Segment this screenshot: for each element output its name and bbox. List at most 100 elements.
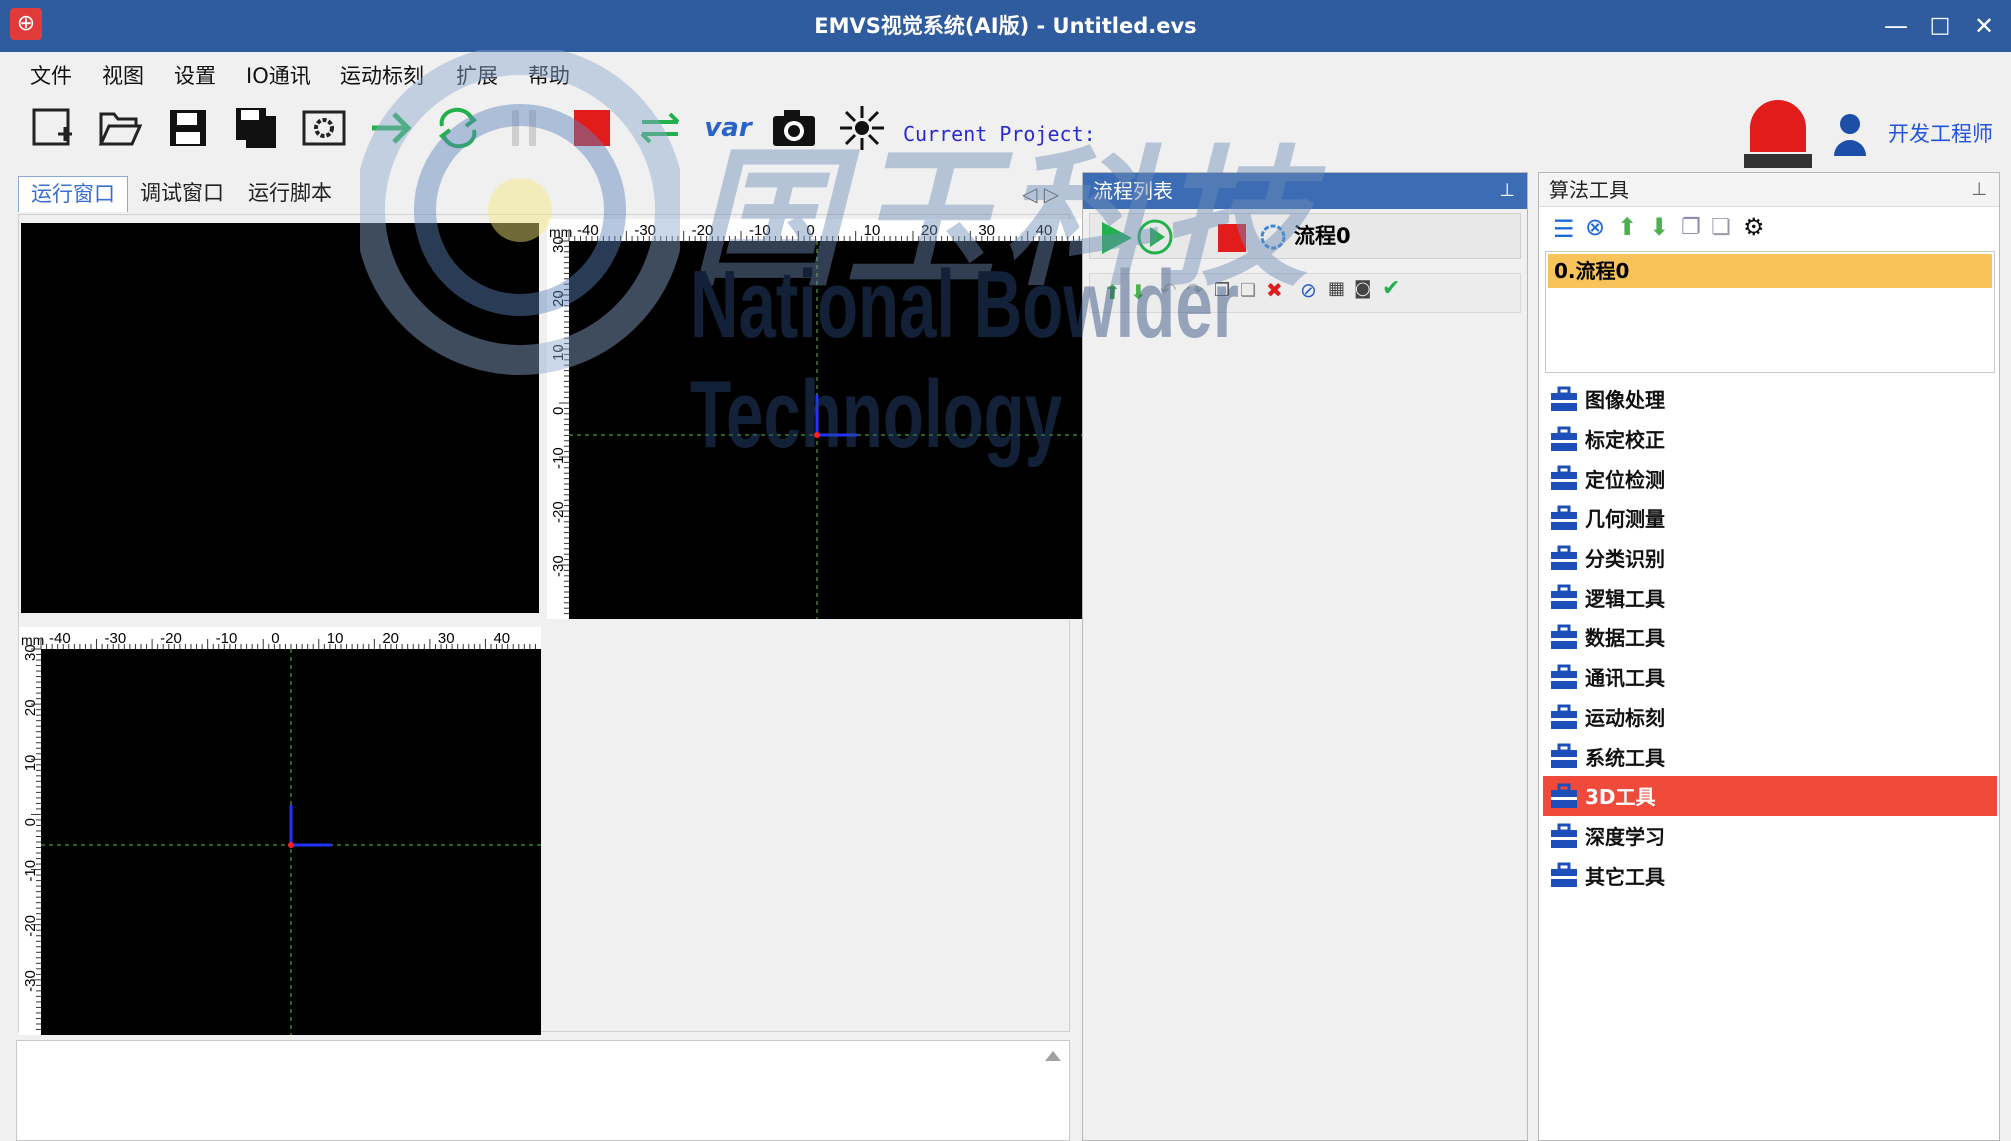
tool-category-label: 分类识别 [1585, 547, 1665, 572]
ruler-y-tick: -30 [22, 970, 39, 992]
ruler-x-tick: 40 [1036, 222, 1053, 239]
move-up-icon[interactable]: ⬆ [1104, 280, 1121, 304]
tab-scroll-arrows-icon[interactable]: ◁ ▷ [1022, 182, 1059, 206]
new-project-icon[interactable] [26, 102, 78, 154]
grid-icon[interactable]: ▦ [1328, 278, 1345, 299]
tool-category-item[interactable]: 数据工具 [1543, 617, 1997, 657]
tool-category-label: 图像处理 [1585, 388, 1665, 413]
ruler-y-tick: 10 [22, 755, 39, 772]
minimize-button[interactable]: — [1876, 8, 1916, 44]
flow-panel-title-text: 流程列表 [1093, 179, 1173, 203]
loading-icon [1260, 224, 1286, 250]
switch-icon[interactable] [634, 102, 686, 154]
copy-icon[interactable]: ❐ [1214, 280, 1230, 301]
settings-icon[interactable] [298, 102, 350, 154]
snapshot-icon[interactable]: ◙ [1354, 278, 1371, 299]
flow-list-item[interactable]: 0.流程0 [1548, 254, 1992, 288]
maximize-button[interactable]: □ [1920, 8, 1960, 44]
pause-icon[interactable] [498, 102, 550, 154]
tool-category-item[interactable]: 深度学习 [1543, 816, 1997, 856]
image-view-1[interactable] [21, 223, 539, 613]
scroll-up-icon[interactable] [1045, 1051, 1061, 1061]
algo-toolbar: ☰ ⊗ ⬆ ⬇ ❐ ❏ ⚙ [1553, 213, 1993, 249]
pin-icon[interactable]: ⊥ [1971, 173, 1987, 207]
run-loop-icon[interactable] [432, 102, 484, 154]
ruler-x-tick: 30 [978, 222, 995, 239]
paste-icon[interactable]: ❏ [1240, 280, 1256, 301]
tool-category-label: 运动标刻 [1585, 705, 1665, 730]
flow-list: 0.流程0 [1545, 251, 1995, 373]
menu-extend[interactable]: 扩展 [456, 60, 498, 90]
toolbox-icon [1551, 426, 1577, 451]
menu-motion[interactable]: 运动标刻 [340, 60, 424, 90]
tool-category-item[interactable]: 系统工具 [1543, 736, 1997, 776]
ruler-y-tick: -20 [22, 915, 39, 937]
image-view-3[interactable]: -40 -30 -20 -10 0 10 20 30 403020100-10-20-30 mm [19, 627, 541, 1035]
menu-help[interactable]: 帮助 [528, 60, 570, 90]
view-tabs: 运行窗口 调试窗口 运行脚本 ◁ ▷ [18, 174, 1070, 214]
camera-icon[interactable] [768, 102, 820, 154]
tool-category-item[interactable]: 分类识别 [1543, 538, 1997, 578]
toolbox-icon [1551, 624, 1577, 650]
tool-category-item[interactable]: 逻辑工具 [1543, 577, 1997, 617]
tool-category-item[interactable]: 通讯工具 [1543, 657, 1997, 697]
tool-category-item[interactable]: 运动标刻 [1543, 697, 1997, 737]
toolbox-icon [1551, 386, 1577, 411]
algo-panel-title-text: 算法工具 [1549, 178, 1629, 202]
ruler-x-tick: 20 [921, 222, 938, 239]
user-icon[interactable] [1832, 112, 1868, 156]
tab-debug-window[interactable]: 调试窗口 [128, 176, 236, 212]
flow-name[interactable]: 流程0 [1294, 220, 1351, 250]
paste-icon[interactable]: ❏ [1711, 215, 1731, 240]
var-icon[interactable]: var [702, 102, 754, 154]
move-down-icon[interactable]: ⬇ [1130, 280, 1147, 304]
up-icon[interactable]: ⬆ [1617, 213, 1637, 241]
open-folder-icon[interactable] [94, 102, 146, 154]
check-icon[interactable]: ✔ [1382, 276, 1400, 301]
close-button[interactable]: ✕ [1964, 8, 2004, 44]
remove-icon[interactable]: ⊗ [1585, 213, 1605, 241]
tool-category-item[interactable]: 几何测量 [1543, 498, 1997, 538]
flow-stop-icon[interactable] [1216, 222, 1248, 254]
run-once-icon[interactable] [366, 102, 418, 154]
list-add-icon[interactable]: ☰ [1553, 215, 1575, 243]
down-icon[interactable]: ⬇ [1649, 213, 1669, 241]
menu-view[interactable]: 视图 [102, 60, 144, 90]
stop-icon[interactable] [566, 102, 618, 154]
delete-icon[interactable]: ✖ [1266, 278, 1283, 302]
ruler-y-tick: -20 [550, 501, 567, 523]
log-output-box[interactable] [16, 1040, 1070, 1141]
tool-category-item[interactable]: 其它工具 [1543, 855, 1997, 895]
undo-icon[interactable]: ↶ [1160, 278, 1177, 302]
disable-icon[interactable]: ⊘ [1300, 278, 1317, 302]
toolbox-icon [1551, 862, 1577, 888]
toolbox-icon [1551, 783, 1577, 808]
gear-icon[interactable]: ⚙ [1743, 213, 1765, 241]
light-icon[interactable] [836, 102, 888, 154]
copy-icon[interactable]: ❐ [1681, 215, 1701, 240]
tool-category-label: 通讯工具 [1585, 666, 1665, 691]
menu-file[interactable]: 文件 [30, 60, 72, 90]
tool-category-item[interactable]: 图像处理 [1543, 379, 1997, 419]
ruler-x-tick: 0 [806, 222, 814, 239]
redo-icon[interactable]: ↷ [1186, 278, 1203, 302]
user-role-label[interactable]: 开发工程师 [1888, 118, 1993, 148]
image-view-2[interactable]: -40 -30 -20 -10 0 10 20 30 403020100-10-20-30 mm [547, 219, 1085, 619]
tool-category-label: 系统工具 [1585, 745, 1665, 770]
tool-category-item[interactable]: 标定校正 [1543, 419, 1997, 459]
menu-settings[interactable]: 设置 [174, 60, 216, 90]
tab-run-script[interactable]: 运行脚本 [236, 176, 344, 212]
ruler-x-tick: 10 [864, 222, 881, 239]
save-icon[interactable] [162, 102, 214, 154]
window-title: EMVS视觉系统(AI版) - Untitled.evs [814, 14, 1197, 38]
current-project-label: Current Project: [903, 122, 1096, 146]
menu-io[interactable]: IO通讯 [246, 60, 311, 90]
tool-category-item[interactable]: 3D工具 [1543, 775, 1997, 816]
tool-category-item[interactable]: 定位检测 [1543, 458, 1997, 498]
play-loop-icon[interactable] [1136, 218, 1174, 256]
flow-panel-title: 流程列表 ⊥ [1083, 173, 1527, 209]
pin-icon[interactable]: ⊥ [1499, 173, 1515, 209]
play-icon[interactable] [1098, 220, 1134, 256]
tab-run-window[interactable]: 运行窗口 [18, 176, 128, 212]
save-as-icon[interactable] [230, 102, 282, 154]
